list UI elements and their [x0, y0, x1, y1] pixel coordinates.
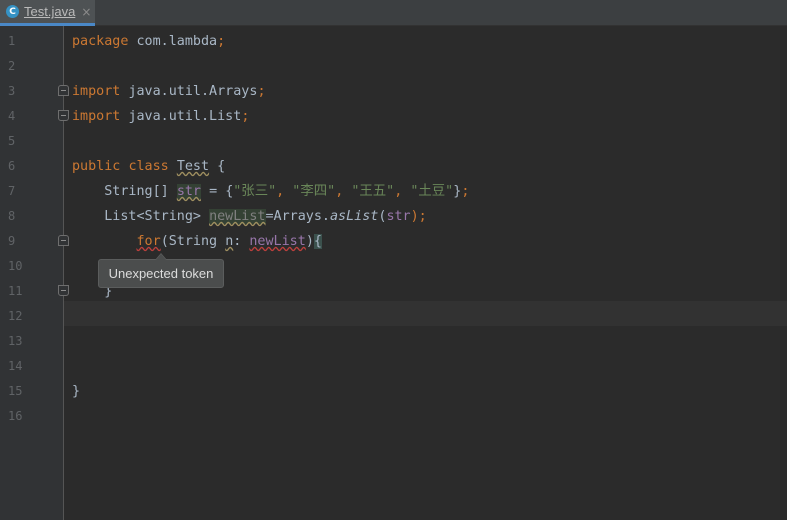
line-number: 2: [8, 59, 16, 73]
comma: ,: [276, 184, 285, 199]
semicolon: ;: [217, 34, 226, 49]
code-line-8: List<String> newList=Arrays.asList(str);: [72, 204, 427, 229]
variable-str: str: [176, 184, 201, 199]
line-number: 4: [8, 109, 16, 123]
import-path: java.util.Arrays: [128, 84, 258, 99]
keyword: import: [72, 84, 121, 99]
line-number: 6: [8, 159, 16, 173]
editor-tab-bar: C Test.java ×: [0, 0, 787, 26]
line-number: 9: [8, 234, 16, 248]
brace: {: [217, 159, 226, 174]
type: String: [168, 234, 218, 249]
paren-semicolon: );: [410, 209, 427, 224]
line-number: 11: [8, 284, 23, 298]
string-literal: "王五": [351, 184, 395, 199]
line-number: 16: [8, 409, 23, 423]
java-class-icon: C: [6, 5, 19, 18]
type: String[]: [104, 184, 169, 199]
caret-line-highlight: [64, 301, 787, 326]
package-name: com.lambda: [136, 34, 218, 49]
tooltip-text: Unexpected token: [108, 266, 214, 281]
code-line-1: package com.lambda;: [72, 29, 225, 54]
type: List<String>: [104, 209, 201, 224]
iterable: newList: [249, 234, 306, 249]
semicolon: ;: [257, 84, 266, 99]
error-tooltip: Unexpected token: [98, 253, 224, 288]
tab-test-java[interactable]: C Test.java ×: [0, 0, 95, 26]
line-number: 1: [8, 34, 16, 48]
class-name: Test: [176, 159, 210, 174]
import-path: java.util.List: [128, 109, 242, 124]
code-line-7: String[] str = {"张三", "李四", "王五", "土豆"};: [72, 179, 469, 204]
comma: ,: [394, 184, 403, 199]
keyword-for: for: [136, 234, 161, 249]
string-literal: "李四": [292, 184, 336, 199]
line-number: 3: [8, 84, 16, 98]
code-line-3: import java.util.Arrays;: [72, 79, 266, 104]
code-line-9: for(String n: newList){: [72, 229, 322, 254]
keyword: import: [72, 109, 121, 124]
keyword: class: [128, 159, 169, 174]
code-line-15: }: [72, 379, 80, 404]
comma: ,: [335, 184, 344, 199]
string-literal: "土豆": [410, 184, 454, 199]
colon: :: [233, 234, 242, 249]
line-number-gutter: 1 2 3 4 5 6 7 8 9 10 11 12 13 14 15 16: [0, 26, 64, 520]
close-icon[interactable]: ×: [81, 5, 91, 19]
line-number: 15: [8, 384, 23, 398]
keyword: package: [72, 34, 129, 49]
argument: str: [386, 209, 411, 224]
line-number: 12: [8, 309, 23, 323]
brace: }: [72, 384, 81, 399]
keyword: public: [72, 159, 121, 174]
line-number: 7: [8, 184, 16, 198]
line-number: 14: [8, 359, 23, 373]
line-number: 13: [8, 334, 23, 348]
operator: =: [209, 184, 218, 199]
tab-filename[interactable]: Test.java: [24, 4, 75, 19]
semicolon: ;: [461, 184, 470, 199]
assignment: =Arrays.: [265, 209, 331, 224]
method-call: asList: [330, 209, 379, 224]
paren: (: [160, 234, 169, 249]
line-number: 5: [8, 134, 16, 148]
code-line-6: public class Test {: [72, 154, 225, 179]
paren: ): [305, 234, 314, 249]
semicolon: ;: [241, 109, 250, 124]
line-number: 10: [8, 259, 23, 273]
line-number: 8: [8, 209, 16, 223]
string-literal: "张三": [233, 184, 277, 199]
code-line-4: import java.util.List;: [72, 104, 249, 129]
brace: {: [313, 234, 322, 249]
variable-newlist: newList: [209, 209, 266, 224]
